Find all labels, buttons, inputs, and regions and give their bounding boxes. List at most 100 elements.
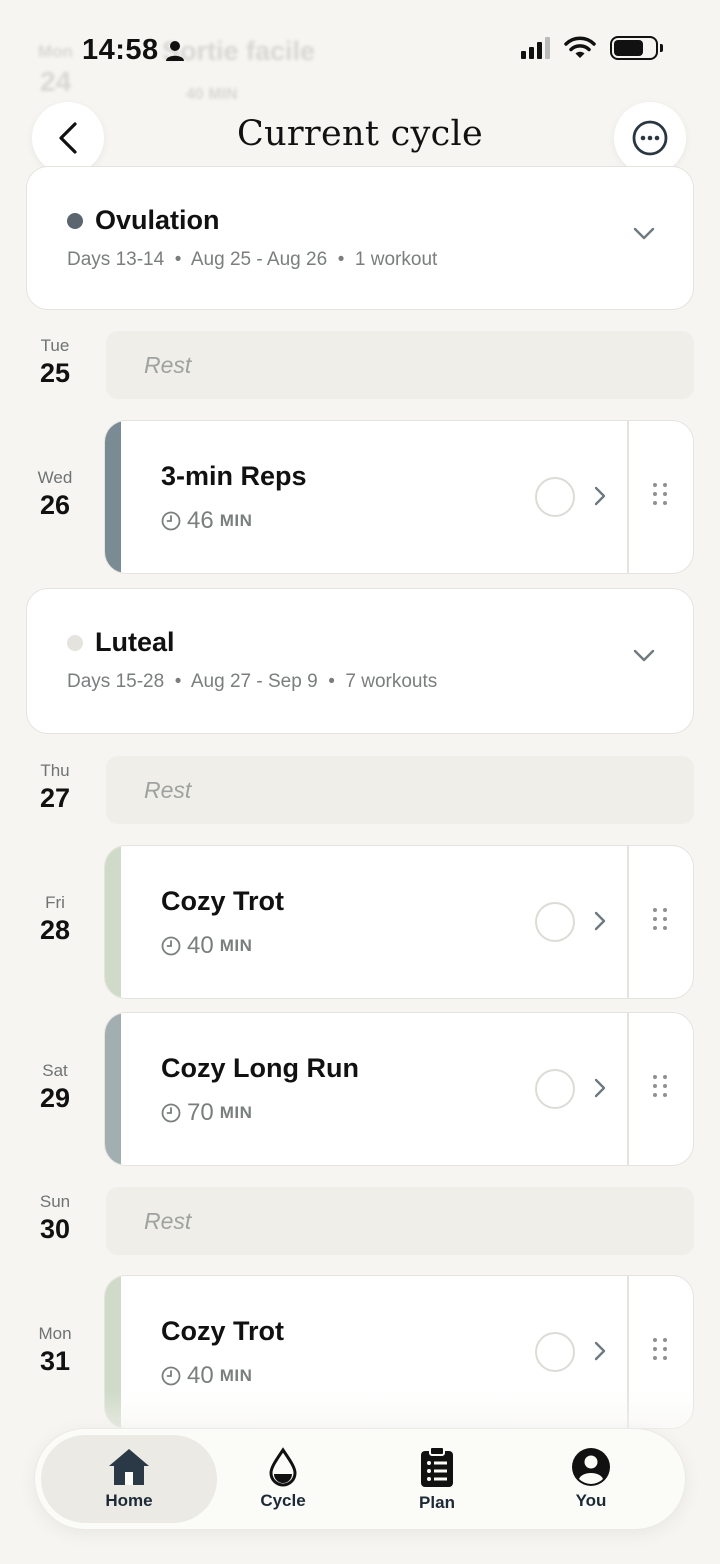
chevron-down-icon bbox=[633, 227, 655, 240]
workout-card[interactable]: Cozy Long Run 70 MIN bbox=[104, 1012, 694, 1166]
ghost-day-label: Mon bbox=[38, 42, 73, 61]
user-icon bbox=[572, 1448, 610, 1486]
complete-checkbox[interactable] bbox=[535, 477, 575, 517]
tab-label: Plan bbox=[419, 1493, 455, 1512]
phase-stripe bbox=[105, 421, 121, 573]
ghost-workout-title: Sortie facile bbox=[162, 36, 316, 66]
phase-stripe bbox=[105, 1013, 121, 1165]
phase-card-ovulation[interactable]: Ovulation Days 13-14 • Aug 25 - Aug 26 •… bbox=[26, 166, 694, 310]
duration-value: 40 bbox=[187, 1362, 214, 1389]
clipboard-icon bbox=[421, 1446, 453, 1487]
day-number: 25 bbox=[39, 358, 71, 388]
rest-day: Rest bbox=[106, 756, 694, 824]
day-of-week: Thu bbox=[40, 761, 70, 780]
drag-handle-icon[interactable] bbox=[653, 1075, 667, 1097]
duration-value: 70 bbox=[187, 1099, 214, 1126]
phase-stripe bbox=[105, 846, 121, 998]
day-number: 29 bbox=[39, 1083, 71, 1113]
day-of-week: Sat bbox=[42, 1061, 68, 1080]
tab-label: Cycle bbox=[260, 1491, 306, 1510]
phase-dot bbox=[67, 213, 83, 229]
workout-card[interactable]: Cozy Trot 40 MIN bbox=[104, 845, 694, 999]
day-of-week: Wed bbox=[37, 468, 73, 487]
tab-home[interactable]: Home bbox=[41, 1435, 217, 1523]
status-time-text: 14:58 bbox=[82, 34, 159, 66]
clock-icon bbox=[161, 511, 181, 531]
more-options-button[interactable] bbox=[614, 102, 686, 174]
workout-card[interactable]: 3-min Reps 46 MIN bbox=[104, 420, 694, 574]
complete-checkbox[interactable] bbox=[535, 902, 575, 942]
workout-duration: 70 MIN bbox=[161, 1099, 252, 1127]
cellular-signal-icon bbox=[521, 37, 550, 59]
workout-title: Cozy Trot bbox=[161, 1316, 285, 1346]
tab-bar: Home Cycle Plan You bbox=[34, 1428, 686, 1530]
workout-title: Cozy Long Run bbox=[161, 1053, 359, 1083]
day-of-week: Mon bbox=[38, 1324, 72, 1343]
day-label: Fri 28 bbox=[0, 893, 110, 946]
phase-card-luteal[interactable]: Luteal Days 15-28 • Aug 27 - Sep 9 • 7 w… bbox=[26, 588, 694, 734]
day-number: 31 bbox=[39, 1346, 71, 1376]
phase-name: Luteal bbox=[95, 627, 175, 657]
day-label: Sat 29 bbox=[0, 1061, 110, 1114]
page-title: Current cycle bbox=[236, 114, 483, 154]
chevron-down-icon bbox=[633, 649, 655, 662]
day-of-week: Fri bbox=[45, 893, 65, 912]
card-divider bbox=[627, 1013, 629, 1165]
complete-checkbox[interactable] bbox=[535, 1332, 575, 1372]
duration-unit: MIN bbox=[219, 511, 253, 530]
status-time: 14:58 bbox=[82, 34, 185, 67]
clock-icon bbox=[161, 1103, 181, 1123]
clock-icon bbox=[161, 1366, 181, 1386]
drop-icon bbox=[269, 1447, 297, 1487]
day-number: 30 bbox=[39, 1214, 71, 1244]
day-number: 28 bbox=[39, 915, 71, 945]
day-of-week: Sun bbox=[39, 1192, 71, 1211]
workout-duration: 40 MIN bbox=[161, 1362, 252, 1390]
phase-meta: Days 13-14 • Aug 25 - Aug 26 • 1 workout bbox=[67, 249, 438, 270]
day-label: Thu 27 bbox=[0, 761, 110, 814]
drag-handle-icon[interactable] bbox=[653, 908, 667, 930]
chevron-right-icon[interactable] bbox=[593, 910, 607, 932]
chevron-right-icon[interactable] bbox=[593, 1077, 607, 1099]
day-label: Tue 25 bbox=[0, 336, 110, 389]
status-indicators bbox=[521, 36, 663, 60]
duration-unit: MIN bbox=[219, 1366, 253, 1385]
ghost-workout-duration: 40 MIN bbox=[186, 86, 238, 103]
day-label: Mon 31 bbox=[0, 1324, 110, 1377]
rest-day: Rest bbox=[106, 331, 694, 399]
rest-day: Rest bbox=[106, 1187, 694, 1255]
battery-icon bbox=[610, 36, 663, 60]
workout-title: 3-min Reps bbox=[161, 461, 307, 491]
ghost-day-number: 24 bbox=[40, 66, 72, 97]
phase-meta: Days 15-28 • Aug 27 - Sep 9 • 7 workouts bbox=[67, 671, 438, 692]
home-icon bbox=[109, 1449, 149, 1485]
more-icon bbox=[632, 120, 668, 156]
workout-duration: 46 MIN bbox=[161, 507, 252, 535]
day-number: 27 bbox=[39, 783, 71, 813]
tab-plan[interactable]: Plan bbox=[349, 1435, 525, 1523]
person-icon bbox=[165, 40, 184, 61]
tab-label: Home bbox=[105, 1491, 153, 1510]
day-label: Sun 30 bbox=[0, 1192, 110, 1245]
workout-title: Cozy Trot bbox=[161, 886, 285, 916]
workout-duration: 40 MIN bbox=[161, 932, 252, 960]
complete-checkbox[interactable] bbox=[535, 1069, 575, 1109]
chevron-right-icon[interactable] bbox=[593, 485, 607, 507]
drag-handle-icon[interactable] bbox=[653, 1338, 667, 1360]
card-divider bbox=[627, 421, 629, 573]
duration-unit: MIN bbox=[219, 1103, 253, 1122]
clock-icon bbox=[161, 936, 181, 956]
day-of-week: Tue bbox=[40, 336, 70, 355]
drag-handle-icon[interactable] bbox=[653, 483, 667, 505]
duration-value: 46 bbox=[187, 507, 214, 534]
day-number: 26 bbox=[39, 490, 71, 520]
wifi-icon bbox=[564, 36, 596, 58]
phase-name: Ovulation bbox=[95, 205, 220, 235]
card-divider bbox=[627, 846, 629, 998]
duration-value: 40 bbox=[187, 932, 214, 959]
chevron-right-icon[interactable] bbox=[593, 1340, 607, 1362]
tab-you[interactable]: You bbox=[503, 1435, 679, 1523]
tab-cycle[interactable]: Cycle bbox=[195, 1435, 371, 1523]
tab-label: You bbox=[575, 1491, 607, 1510]
duration-unit: MIN bbox=[219, 936, 253, 955]
